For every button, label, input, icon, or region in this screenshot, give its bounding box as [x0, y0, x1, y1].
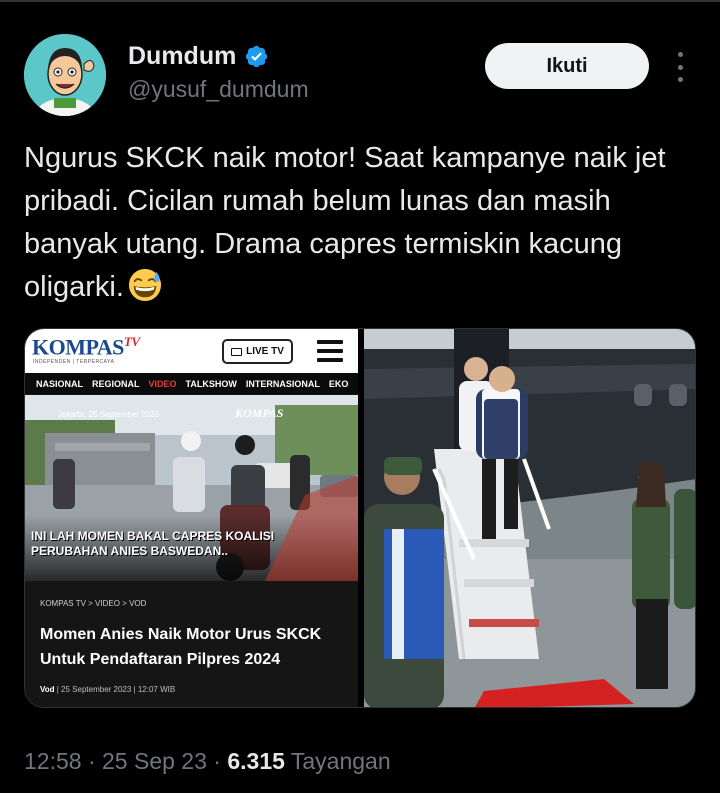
name-row: Dumdum — [128, 42, 269, 71]
meta-date: | 25 September 2023 | 12:07 WIB — [56, 685, 176, 694]
more-dot — [677, 64, 683, 70]
kompas-news-photo: Jakarta, 25 September 2023 KOMPAS INI LA… — [25, 395, 358, 581]
media-grid: KOMPASTV INDEPENDEN | TERPERCAYA LIVE TV… — [24, 328, 696, 708]
grinning-sweat-emoji-icon — [128, 268, 161, 302]
kompas-logo-text: KOMPAS — [32, 334, 124, 360]
private-jet-photo — [364, 329, 695, 707]
kompas-article-title: Momen Anies Naik Motor Urus SKCK Untuk P… — [40, 626, 322, 668]
kompas-nav-item-active: VIDEO — [148, 378, 177, 389]
kompas-nav-item: INTERNASIONAL — [245, 378, 320, 389]
live-tv-button: LIVE TV — [222, 339, 293, 364]
view-count: 6.315 — [227, 748, 285, 774]
tweet-body: Ngurus SKCK naik motor! Saat kampanye na… — [24, 142, 666, 303]
verified-badge-icon — [246, 45, 268, 68]
photo-caption-line: PERUBAHAN ANIES BASWEDAN.. — [31, 544, 228, 558]
photo-caption: INI LAH MOMEN BAKAL CAPRES KOALISI PERUB… — [31, 529, 351, 559]
kompas-breadcrumb: KOMPAS TV > VIDEO > VOD — [40, 599, 147, 608]
footer-separator: · — [213, 748, 228, 774]
media-image-left[interactable]: KOMPASTV INDEPENDEN | TERPERCAYA LIVE TV… — [25, 329, 358, 707]
kompas-header: KOMPASTV INDEPENDEN | TERPERCAYA LIVE TV — [25, 329, 358, 373]
footer-separator: · — [87, 748, 103, 774]
top-divider — [0, 0, 720, 2]
user-handle[interactable]: @yusuf_dumdum — [128, 76, 309, 103]
views-label: Tayangan — [290, 748, 391, 774]
tweet-time[interactable]: 12:58 — [24, 748, 82, 774]
live-tv-label: LIVE TV — [246, 346, 284, 357]
kompas-nav-item: TALKSHOW — [185, 378, 237, 389]
photo-date: Jakarta, 25 September 2023 — [58, 410, 159, 419]
tweet-footer: 12:58 · 25 Sep 23 · 6.315 Tayangan — [24, 748, 391, 775]
tv-icon — [231, 347, 243, 356]
kompas-nav-item: EKO — [328, 378, 349, 389]
more-dot — [677, 77, 683, 82]
more-vertical-icon[interactable] — [668, 52, 692, 82]
hamburger-menu-icon — [317, 340, 343, 362]
tweet-date[interactable]: 25 Sep 23 — [102, 748, 207, 774]
media-image-right[interactable] — [364, 329, 695, 707]
cartoon-avatar-icon — [24, 34, 106, 116]
follow-button[interactable]: Ikuti — [485, 43, 649, 89]
meta-category: Vod — [40, 685, 55, 694]
kompas-article-meta: Vod | 25 September 2023 | 12:07 WIB — [40, 685, 175, 694]
tweet-text: Ngurus SKCK naik motor! Saat kampanye na… — [24, 137, 704, 309]
photo-watermark-logo: KOMPAS — [235, 406, 284, 420]
avatar[interactable] — [24, 34, 106, 116]
kompas-logo-tv: TV — [123, 334, 140, 349]
more-dot — [677, 52, 683, 57]
kompas-tagline: INDEPENDEN | TERPERCAYA — [33, 359, 115, 365]
display-name[interactable]: Dumdum — [128, 42, 236, 71]
kompas-nav-item: NASIONAL — [36, 378, 83, 389]
photo-caption-line: INI LAH MOMEN BAKAL CAPRES KOALISI — [31, 529, 275, 543]
kompas-nav: NASIONAL REGIONAL VIDEO TALKSHOW INTERNA… — [25, 373, 358, 394]
kompas-nav-item: REGIONAL — [92, 378, 140, 389]
kompas-logo: KOMPASTV — [32, 334, 140, 360]
